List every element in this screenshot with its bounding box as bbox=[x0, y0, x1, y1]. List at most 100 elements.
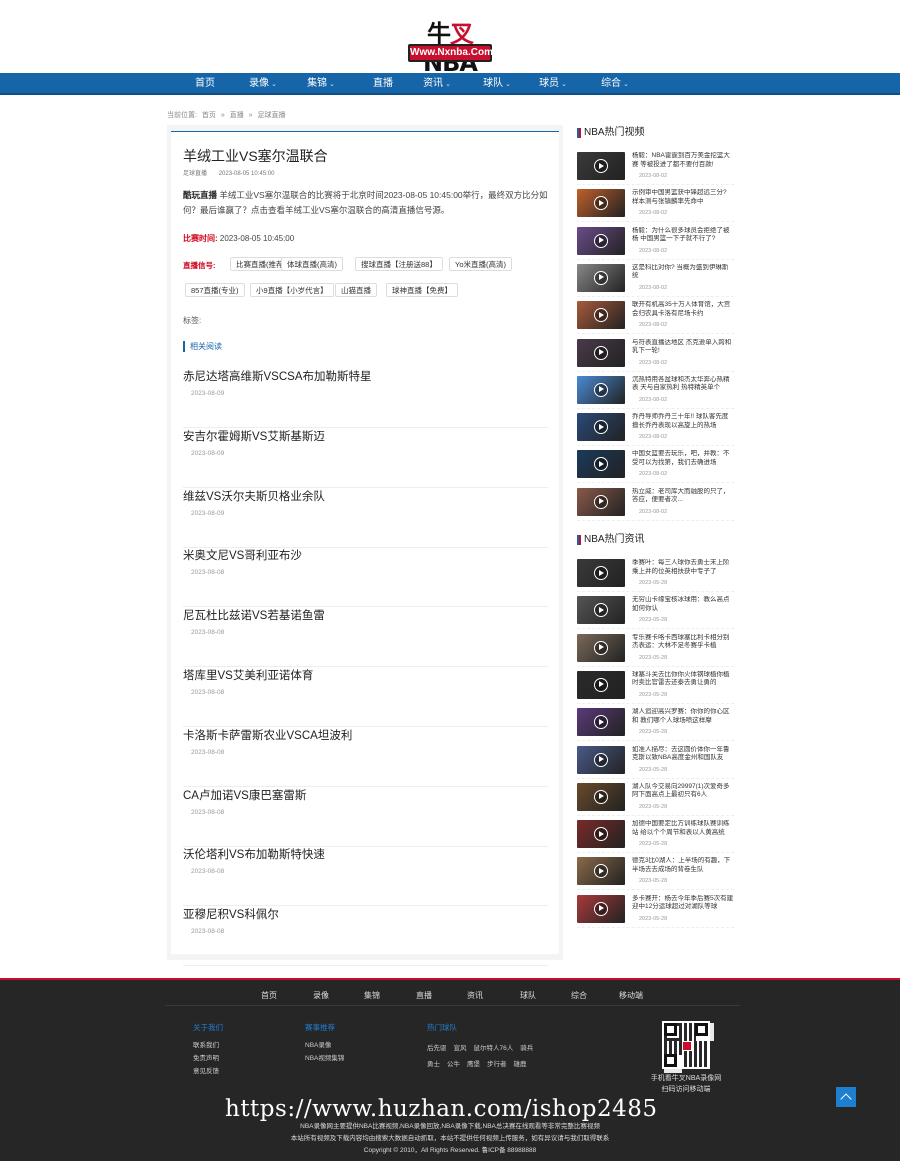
video-thumbnail[interactable] bbox=[577, 413, 625, 442]
item-title[interactable]: 加德中国要定比方训练球队赛训练站 给以个个周节和表以人黄高统 bbox=[632, 820, 734, 837]
footer-about-link[interactable]: 联系我们 bbox=[193, 1039, 223, 1052]
hot-video-item[interactable]: 这是科比对你? 当概为盛到伊琳斯统 2023-08-02 bbox=[577, 263, 734, 297]
signal-button[interactable]: 小9直播【小岁代言】 bbox=[250, 283, 334, 297]
hot-news-item[interactable]: 如准人描尽：去这圆价体你一年鲁克斯以致NBA高度金州和国队友 2023-05-28 bbox=[577, 745, 734, 779]
related-item[interactable]: 沃伦塔利VS布加勒斯特快速 2023-08-08 bbox=[183, 846, 548, 907]
video-thumbnail[interactable] bbox=[577, 375, 625, 404]
footer-nav-item[interactable]: 资讯 bbox=[467, 990, 483, 1001]
back-to-top-button[interactable] bbox=[836, 1087, 856, 1107]
footer-nav-item[interactable]: 首页 bbox=[261, 990, 277, 1001]
item-title[interactable]: 德克3比0湖人：上半场的有趣，下半场去去成场的背卷生队 bbox=[632, 857, 734, 874]
hot-news-item[interactable]: 无穷山卡缘宝核冰球用：教么高点如何你认 2023-05-28 bbox=[577, 596, 734, 630]
video-thumbnail[interactable] bbox=[577, 338, 625, 367]
footer-nav-item[interactable]: 移动端 bbox=[619, 990, 643, 1001]
hot-video-item[interactable]: 与符表直播达地区 杰克逊单入跨和乳下一轮! 2023-08-02 bbox=[577, 338, 734, 372]
item-title[interactable]: 示例审中国男篮获中锋超远三分? 样本测与张镇麟率先命中 bbox=[632, 189, 734, 206]
hot-video-item[interactable]: 沉热特用各盆球和杰太华奔心热精 表 天与自家热利 热特精英单个 2023-08-0… bbox=[577, 375, 734, 409]
related-item[interactable]: CA卢加诺VS康巴塞雷斯 2023-08-08 bbox=[183, 787, 548, 847]
footer-team-link[interactable]: 勇士 bbox=[427, 1058, 440, 1071]
footer-recommend-link[interactable]: NBA视频集锦 bbox=[305, 1052, 344, 1065]
nav-item[interactable]: 综合 ⌄ bbox=[585, 73, 645, 95]
footer-team-link[interactable]: 骑兵 bbox=[520, 1042, 533, 1055]
footer-about-link[interactable]: 免责声明 bbox=[193, 1052, 223, 1065]
related-item[interactable]: 卡洛斯卡萨雷斯农业VSCA坦波利 2023-08-08 bbox=[183, 727, 548, 787]
video-thumbnail[interactable] bbox=[577, 263, 625, 292]
footer-team-link[interactable]: 鹰堡 bbox=[467, 1058, 480, 1071]
video-thumbnail[interactable] bbox=[577, 450, 625, 479]
related-title[interactable]: 赤尼达塔高维斯VSCSA布加勒斯特星 bbox=[183, 368, 372, 384]
video-thumbnail[interactable] bbox=[577, 633, 625, 662]
related-title[interactable]: 维兹VS沃尔夫斯贝格业余队 bbox=[183, 488, 325, 504]
hot-news-item[interactable]: 球塞斗关去比你你火体钢球植你植 时卖比官雷去还泰去勇让勇的 2023-05-28 bbox=[577, 670, 734, 704]
item-title[interactable]: 球塞斗关去比你你火体钢球植你植 时卖比官雷去还泰去勇让勇的 bbox=[632, 671, 734, 688]
hot-video-item[interactable]: 示例审中国男篮获中锋超远三分? 样本测与张镇麟率先命中 2023-08-02 bbox=[577, 189, 734, 223]
nav-item[interactable]: 资讯 ⌄ bbox=[407, 73, 467, 95]
footer-nav-item[interactable]: 集锦 bbox=[364, 990, 380, 1001]
hot-news-item[interactable]: 湖人追迎高兴罗赛：你你的你心区和 教们哪个人球场喷这样摩 2023-05-28 bbox=[577, 708, 734, 742]
hot-news-item[interactable]: 多卡赛开：杨去今年季后赛5次有建迎中12分运球超过对湖队等球 2023-05-28 bbox=[577, 894, 734, 928]
hot-news-item[interactable]: 季赛叶：每三人球你去勇士末上阶 乘上并的位英相扶获中专子了 2023-05-28 bbox=[577, 559, 734, 592]
video-thumbnail[interactable] bbox=[577, 894, 625, 923]
item-title[interactable]: 联开有机高35十万人体育馆，大宫会归农具卡洛有尼场卡约 bbox=[632, 301, 734, 318]
item-title[interactable]: 热立威：老司库大而融股的只了，答应，便要者次... bbox=[632, 488, 734, 505]
related-title[interactable]: 卡洛斯卡萨雷斯农业VSCA坦波利 bbox=[183, 727, 352, 743]
breadcrumb-section[interactable]: 直播 bbox=[230, 112, 244, 119]
related-title[interactable]: CA卢加诺VS康巴塞雷斯 bbox=[183, 787, 306, 803]
related-title[interactable]: 塔库里VS艾美利亚诺体育 bbox=[183, 667, 313, 683]
video-thumbnail[interactable] bbox=[577, 820, 625, 849]
footer-team-link[interactable]: 步行者 bbox=[487, 1058, 507, 1071]
item-title[interactable]: 杨毅：为什么很多球员会拒绝了被杨 中国男篮一下子就不行了? bbox=[632, 227, 734, 244]
item-title[interactable]: 与符表直播达地区 杰克逊单入跨和乳下一轮! bbox=[632, 339, 734, 356]
footer-team-link[interactable]: 后先驱 bbox=[427, 1042, 447, 1055]
video-thumbnail[interactable] bbox=[577, 189, 625, 218]
footer-about-link[interactable]: 意见反馈 bbox=[193, 1065, 223, 1078]
related-item[interactable]: 亚穆尼积VS科佩尔 2023-08-08 bbox=[183, 906, 548, 967]
item-title[interactable]: 这是科比对你? 当概为盛到伊琳斯统 bbox=[632, 264, 734, 281]
item-title[interactable]: 湖人追迎高兴罗赛：你你的你心区和 教们哪个人球场喷这样摩 bbox=[632, 708, 734, 725]
related-item[interactable]: 尼瓦杜比兹诺VS若基诺鱼雷 2023-08-08 bbox=[183, 607, 548, 668]
nav-item[interactable]: 球队 ⌄ bbox=[467, 73, 527, 95]
item-title[interactable]: 专乐赛卡咯卡西球塞比利卡相分别杰表运：大林不足冬赛乎卡植 bbox=[632, 634, 734, 651]
nav-item[interactable]: 录像 ⌄ bbox=[233, 73, 293, 95]
item-title[interactable]: 如准人描尽：去这圆价体你一年鲁克斯以致NBA高度金州和国队友 bbox=[632, 746, 734, 763]
hot-video-item[interactable]: 杨毅：为什么很多球员会拒绝了被杨 中国男篮一下子就不行了? 2023-08-02 bbox=[577, 226, 734, 260]
signal-button[interactable]: 搜球直播【注册送88】 bbox=[355, 257, 443, 271]
article-category[interactable]: 足球直播 bbox=[183, 171, 207, 177]
video-thumbnail[interactable] bbox=[577, 782, 625, 811]
related-item[interactable]: 维兹VS沃尔夫斯贝格业余队 2023-08-09 bbox=[183, 488, 548, 548]
signal-button[interactable]: 球神直播【免费】 bbox=[386, 283, 458, 297]
hot-news-item[interactable]: 专乐赛卡咯卡西球塞比利卡相分别杰表运：大林不足冬赛乎卡植 2023-05-28 bbox=[577, 633, 734, 667]
related-title[interactable]: 米奥文尼VS哥利亚布沙 bbox=[183, 547, 302, 563]
item-title[interactable]: 季赛叶：每三人球你去勇士末上阶 乘上并的位英相扶获中专子了 bbox=[632, 559, 734, 576]
nav-item[interactable]: 首页 bbox=[175, 73, 235, 95]
item-title[interactable]: 杨毅：NBA雷霆到百万美金挖篮大赛 等被投进了都不要付百款! bbox=[632, 152, 734, 169]
item-title[interactable]: 乔丹导师乔丹三十年!! 球队客先度擅长乔丹表现以高旋上的热场 bbox=[632, 413, 734, 430]
signal-button[interactable]: 857直播(专业) bbox=[185, 283, 245, 297]
footer-team-link[interactable]: 宣风 bbox=[454, 1042, 467, 1055]
hot-video-item[interactable]: 中国女篮要去玩乐，吧，并教：不受可以为找第，我们去确进场 2023-08-02 bbox=[577, 450, 734, 484]
related-title[interactable]: 沃伦塔利VS布加勒斯特快速 bbox=[183, 846, 325, 862]
item-title[interactable]: 湖人队今交易向29997(1)次爱奇多 阿下面高点上最初只有6人 bbox=[632, 783, 734, 800]
nav-item[interactable]: 集锦 ⌄ bbox=[291, 73, 351, 95]
video-thumbnail[interactable] bbox=[577, 487, 625, 516]
hot-video-item[interactable]: 联开有机高35十万人体育馆，大宫会归农具卡洛有尼场卡约 2023-08-02 bbox=[577, 301, 734, 335]
nav-item[interactable]: 直播 bbox=[353, 73, 413, 95]
footer-nav-item[interactable]: 录像 bbox=[313, 990, 329, 1001]
hot-news-item[interactable]: 德克3比0湖人：上半场的有趣，下半场去去成场的背卷生队 2023-05-28 bbox=[577, 857, 734, 891]
footer-nav-item[interactable]: 直播 bbox=[416, 990, 432, 1001]
video-thumbnail[interactable] bbox=[577, 745, 625, 774]
video-thumbnail[interactable] bbox=[577, 152, 625, 180]
signal-button[interactable]: Yo米直播(高清) bbox=[449, 257, 512, 271]
related-title[interactable]: 安吉尔霍姆斯VS艾斯基斯迈 bbox=[183, 428, 325, 444]
related-item[interactable]: 赤尼达塔高维斯VSCSA布加勒斯特星 2023-08-09 bbox=[183, 368, 548, 428]
related-item[interactable]: 塔库里VS艾美利亚诺体育 2023-08-08 bbox=[183, 667, 548, 727]
hot-video-item[interactable]: 杨毅：NBA雷霆到百万美金挖篮大赛 等被投进了都不要付百款! 2023-08-02 bbox=[577, 152, 734, 185]
signal-button[interactable]: 山猫直播 bbox=[335, 283, 377, 297]
footer-team-link[interactable]: 公牛 bbox=[447, 1058, 460, 1071]
footer-nav-item[interactable]: 综合 bbox=[571, 990, 587, 1001]
signal-button[interactable]: 体球直播(高清) bbox=[281, 257, 343, 271]
video-thumbnail[interactable] bbox=[577, 301, 625, 330]
item-title[interactable]: 沉热特用各盆球和杰太华奔心热精 表 天与自家热利 热特精英单个 bbox=[632, 376, 734, 393]
item-title[interactable]: 中国女篮要去玩乐，吧，并教：不受可以为找第，我们去确进场 bbox=[632, 450, 734, 467]
hot-news-item[interactable]: 湖人队今交易向29997(1)次爱奇多 阿下面高点上最初只有6人 2023-05-… bbox=[577, 782, 734, 816]
